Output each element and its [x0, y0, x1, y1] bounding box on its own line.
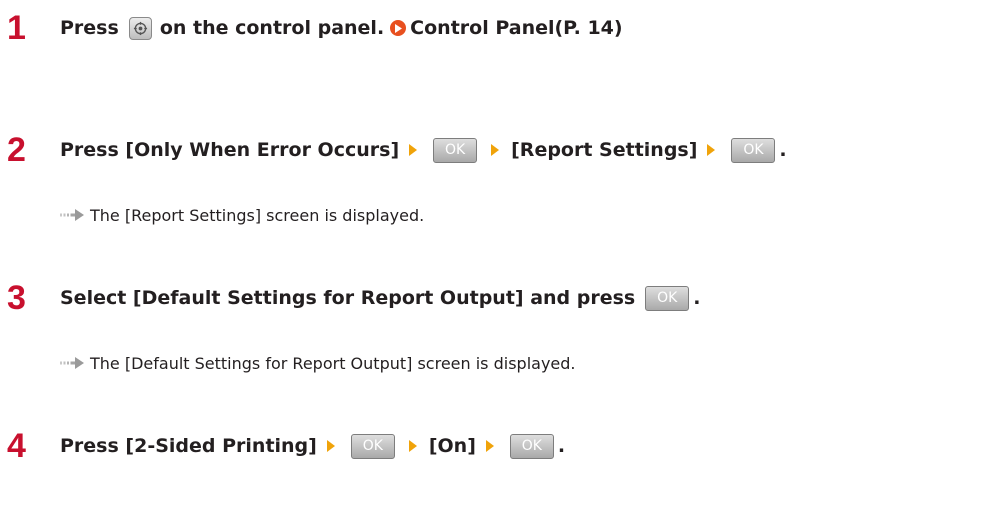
next-arrow-icon: [326, 440, 335, 452]
result-arrow-icon: [60, 357, 84, 369]
next-arrow-icon: [485, 440, 494, 452]
step-number: 4: [7, 427, 26, 465]
next-arrow-icon: [491, 144, 500, 156]
instruction-text: [Report Settings]: [511, 139, 698, 161]
instruction-text: Press [2-Sided Printing]: [60, 435, 317, 457]
step-instruction: Press [Only When Error Occurs] OK [Repor…: [60, 134, 787, 166]
link-arrow-icon[interactable]: [390, 20, 407, 36]
step-instruction: Press on the control panel. Control Pane…: [60, 12, 623, 44]
step-instruction: Select [Default Settings for Report Outp…: [60, 282, 700, 314]
result-text: The [Report Settings] screen is displaye…: [90, 205, 425, 225]
next-arrow-icon: [707, 144, 716, 156]
ok-key: OK: [350, 433, 395, 459]
ok-key: OK: [433, 137, 478, 163]
control-panel-link[interactable]: Control Panel(P. 14): [410, 12, 622, 44]
instruction-text: Select [Default Settings for Report Outp…: [60, 287, 636, 309]
next-arrow-icon: [408, 440, 417, 452]
instruction-text: [On]: [428, 435, 476, 457]
ok-key: OK: [645, 285, 690, 311]
instruction-text: .: [693, 287, 701, 309]
ok-key: OK: [509, 433, 554, 459]
result-arrow-icon: [60, 209, 84, 221]
result-text: The [Default Settings for Report Output]…: [90, 353, 576, 373]
settings-menu-key-icon: [128, 16, 152, 40]
instruction-text: .: [557, 435, 566, 457]
step-number: 1: [7, 9, 26, 47]
step-number: 3: [7, 279, 26, 317]
instruction-text: on the control panel.: [159, 17, 385, 39]
ok-key: OK: [731, 137, 776, 163]
step-number: 2: [7, 131, 26, 169]
step-result: The [Default Settings for Report Output]…: [60, 351, 576, 375]
instruction-text: .: [779, 139, 787, 161]
step-instruction: Press [2-Sided Printing] OK [On] OK .: [60, 430, 565, 462]
instruction-text: Press: [60, 17, 119, 39]
next-arrow-icon: [409, 144, 418, 156]
step-result: The [Report Settings] screen is displaye…: [60, 203, 424, 227]
instruction-text: Press [Only When Error Occurs]: [60, 139, 400, 161]
